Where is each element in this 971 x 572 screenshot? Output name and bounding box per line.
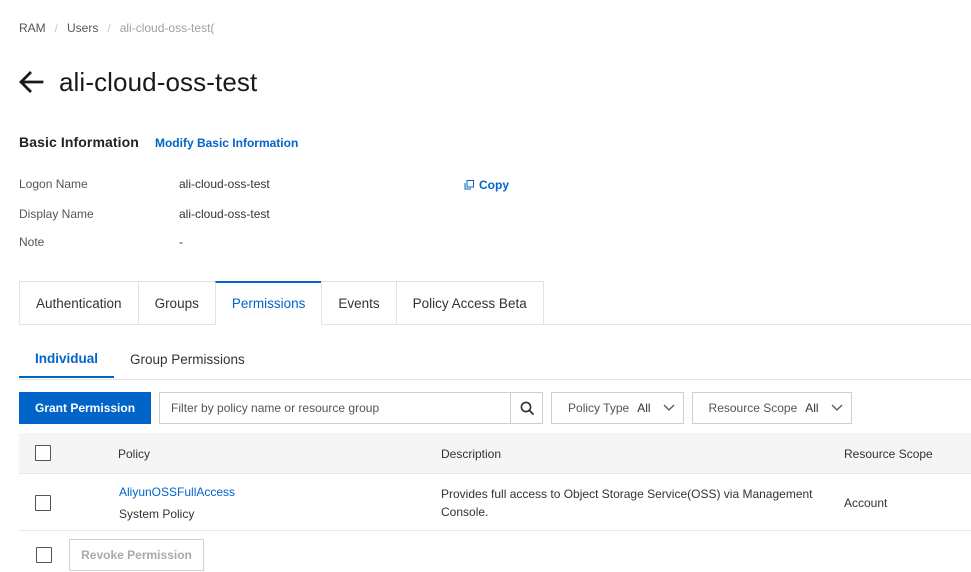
breadcrumb-separator: / — [54, 21, 59, 35]
breadcrumb-separator: / — [107, 21, 111, 35]
tab-authentication[interactable]: Authentication — [19, 281, 138, 325]
back-arrow-icon[interactable] — [18, 69, 44, 95]
policy-type-label: Policy Type — [568, 401, 630, 415]
subtab-individual[interactable]: Individual — [19, 340, 115, 378]
copy-icon — [464, 180, 474, 190]
note-label: Note — [19, 235, 45, 249]
footer-select-all-checkbox[interactable] — [36, 547, 52, 563]
basic-info-header: Basic Information Modify Basic Informati… — [19, 134, 298, 150]
copy-button[interactable]: Copy — [464, 178, 509, 192]
display-name-label: Display Name — [19, 207, 94, 221]
section-title: Basic Information — [19, 134, 139, 150]
policy-description-line: Console. — [441, 505, 489, 519]
column-header-description: Description — [441, 447, 502, 461]
page-title: ali-cloud-oss-test — [59, 66, 258, 97]
row-checkbox[interactable] — [35, 495, 51, 511]
display-name-value: ali-cloud-oss-test — [179, 207, 270, 221]
policy-description-line: Provides full access to Object Storage S… — [441, 487, 813, 501]
page-header: ali-cloud-oss-test — [18, 62, 283, 102]
policy-type-text: System Policy — [119, 507, 195, 521]
copy-label: Copy — [479, 178, 509, 192]
modify-basic-info-link[interactable]: Modify Basic Information — [155, 136, 298, 150]
policy-type-select[interactable]: Policy Type All — [551, 392, 684, 424]
revoke-permission-button[interactable]: Revoke Permission — [69, 539, 204, 571]
resource-scope-value: Account — [844, 496, 888, 510]
grant-permission-button[interactable]: Grant Permission — [19, 392, 152, 424]
table-row: AliyunOSSFullAccess System Policy Provid… — [19, 474, 971, 531]
resource-scope-select[interactable]: Resource Scope All — [691, 392, 852, 424]
tab-policy-access[interactable]: Policy Access Beta — [395, 281, 544, 325]
chevron-down-icon — [663, 404, 674, 411]
chevron-down-icon — [831, 404, 843, 411]
logon-name-label: Logon Name — [19, 177, 88, 191]
breadcrumb-item-current: ali-cloud-oss-test( — [119, 21, 215, 35]
search-icon — [520, 401, 534, 415]
tab-events[interactable]: Events — [321, 281, 396, 325]
search-box — [159, 392, 544, 424]
tab-groups[interactable]: Groups — [137, 281, 215, 325]
policy-name-link[interactable]: AliyunOSSFullAccess — [119, 485, 235, 499]
subtab-bar: Individual Group Permissions — [19, 340, 261, 380]
breadcrumb: RAM / Users / ali-cloud-oss-test( — [19, 21, 214, 35]
note-value: - — [179, 235, 183, 249]
resource-scope-value: All — [805, 401, 819, 415]
breadcrumb-item-ram[interactable]: RAM — [19, 21, 46, 35]
breadcrumb-item-users[interactable]: Users — [67, 21, 98, 35]
search-input[interactable] — [159, 392, 511, 424]
column-header-policy: Policy — [118, 447, 151, 461]
subtab-group-permissions[interactable]: Group Permissions — [114, 340, 261, 378]
toolbar: Grant Permission Policy Type All Resourc… — [19, 392, 852, 424]
tab-permissions[interactable]: Permissions — [214, 281, 322, 325]
search-button[interactable] — [510, 392, 544, 424]
resource-scope-label: Resource Scope — [708, 401, 798, 415]
table-header: Policy Description Resource Scope — [19, 433, 971, 474]
select-all-checkbox[interactable] — [35, 445, 51, 461]
column-header-resource-scope: Resource Scope — [844, 447, 933, 461]
logon-name-value: ali-cloud-oss-test — [179, 177, 270, 191]
policy-type-value: All — [637, 401, 651, 415]
tab-bar: Authentication Groups Permissions Events… — [19, 281, 544, 325]
